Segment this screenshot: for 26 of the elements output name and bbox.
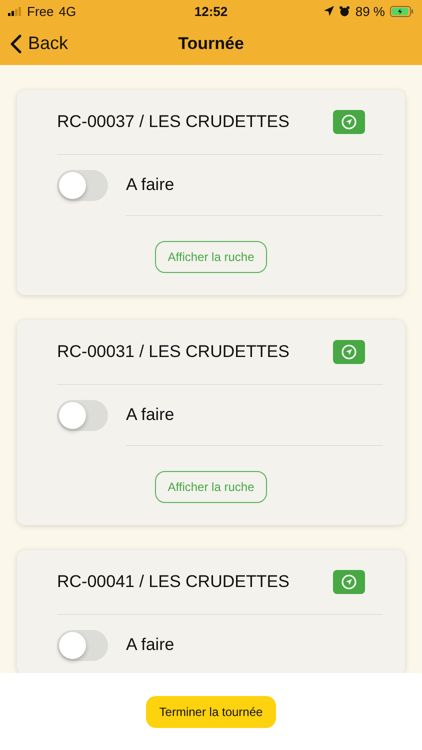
battery-icon bbox=[390, 6, 414, 16]
navigation-button[interactable] bbox=[333, 570, 365, 594]
status-toggle[interactable] bbox=[57, 170, 108, 200]
network-type: 4G bbox=[58, 4, 76, 18]
screen-title: Tournée bbox=[178, 34, 244, 54]
alarm-icon bbox=[339, 6, 350, 16]
navigation-icon bbox=[341, 344, 357, 360]
status-label: A faire bbox=[126, 154, 383, 216]
chevron-left-icon bbox=[10, 34, 22, 54]
stop-title: RC-00031 / LES CRUDETTES bbox=[57, 342, 290, 362]
navigation-icon bbox=[341, 114, 357, 130]
status-toggle[interactable] bbox=[57, 630, 108, 660]
signal-icon bbox=[8, 6, 22, 16]
finish-round-button[interactable]: Terminer la tournée bbox=[146, 696, 276, 728]
navigation-icon bbox=[341, 574, 357, 590]
clock: 12:52 bbox=[194, 4, 228, 18]
navigation-button[interactable] bbox=[333, 340, 365, 364]
stop-title: RC-00041 / LES CRUDETTES bbox=[57, 572, 290, 592]
navigation-button[interactable] bbox=[333, 110, 365, 134]
status-label: A faire bbox=[126, 384, 383, 446]
back-button[interactable]: Back bbox=[0, 33, 68, 54]
battery-percent: 89 % bbox=[355, 4, 385, 18]
location-icon bbox=[324, 6, 334, 16]
carrier: Free bbox=[27, 4, 54, 18]
status-toggle[interactable] bbox=[57, 400, 108, 430]
stop-title: RC-00037 / LES CRUDETTES bbox=[57, 112, 290, 132]
